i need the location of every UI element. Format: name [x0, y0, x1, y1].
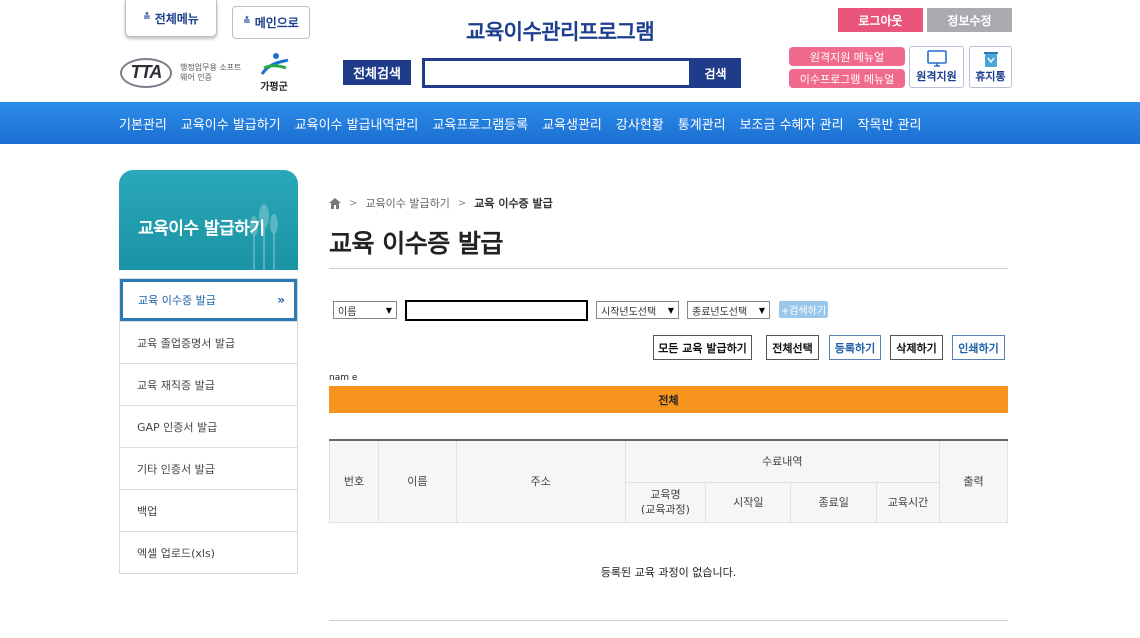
sidebar-item-other-cert[interactable]: 기타 인증서 발급: [120, 447, 297, 489]
register-button[interactable]: 등록하기: [829, 335, 881, 360]
name-search-input[interactable]: [405, 300, 588, 321]
county-logo[interactable]: 가평군: [256, 52, 292, 93]
column-header-no: 번호: [329, 439, 379, 523]
sidebar-item-label: 교육 졸업증명서 발급: [137, 336, 236, 350]
monitor-icon: [926, 50, 947, 67]
double-chevron-right-icon: »: [277, 293, 285, 307]
wheat-decoration-icon: [250, 204, 278, 270]
remote-support-label: 원격지원: [916, 70, 957, 83]
sidebar-item-label: 백업: [137, 504, 158, 518]
sidebar-item-label: 기타 인증서 발급: [137, 462, 215, 476]
sidebar-item-graduation[interactable]: 교육 졸업증명서 발급: [120, 321, 297, 363]
column-header-start-date: 시작일: [705, 481, 792, 523]
dropdown-arrow-icon: ▼: [667, 305, 674, 315]
main-page-button[interactable]: ≛ 메인으로: [232, 6, 310, 39]
double-chevron-down-icon: ≛: [143, 12, 151, 23]
sidebar-header: 교육이수 발급하기: [119, 170, 298, 270]
trash-label: 휴지통: [975, 70, 1006, 83]
issue-all-button[interactable]: 모든 교육 발급하기: [653, 335, 752, 360]
nav-item-instructors[interactable]: 강사현황: [616, 114, 664, 133]
sidebar-item-certificate[interactable]: 교육 이수증 발급 »: [120, 279, 297, 321]
start-year-select[interactable]: 시작년도선택 ▼: [596, 301, 679, 319]
all-menu-button[interactable]: ≛ 전체메뉴: [125, 0, 217, 37]
sidebar-item-excel-upload[interactable]: 엑셀 업로드(xls): [120, 531, 297, 573]
column-header-hours: 교육시간: [876, 481, 941, 523]
sidebar-item-gap[interactable]: GAP 인증서 발급: [120, 405, 297, 447]
edit-profile-button[interactable]: 정보수정: [927, 8, 1012, 32]
nav-item-program-register[interactable]: 교육프로그램등록: [432, 114, 528, 133]
column-header-course: 교육명 (교육과정): [624, 481, 707, 523]
county-name: 가평군: [260, 82, 288, 93]
column-header-completion: 수료내역: [624, 439, 941, 483]
breadcrumb: > 교육이수 발급하기 > 교육 이수증 발급: [329, 195, 553, 211]
sidebar-item-employment[interactable]: 교육 재직증 발급: [120, 363, 297, 405]
delete-button[interactable]: 삭제하기: [890, 335, 943, 360]
main-navigation: 기본관리 교육이수 발급하기 교육이수 발급내역관리 교육프로그램등록 교육생관…: [0, 102, 1140, 144]
empty-table-message: 등록된 교육 과정이 없습니다.: [600, 566, 737, 579]
tta-certification-text: 행정업무용 소프트웨어 인증: [180, 62, 242, 82]
dropdown-arrow-icon: ▼: [758, 305, 765, 315]
double-chevron-down-icon: ≛: [243, 17, 251, 27]
county-emblem-icon: [260, 53, 289, 75]
name-tag: nam e: [329, 373, 358, 383]
end-year-select[interactable]: 종료년도선택 ▼: [687, 301, 770, 319]
divider: [329, 268, 1008, 269]
site-title: 교육이수관리프로그램: [466, 20, 655, 44]
nav-item-issue[interactable]: 교육이수 발급하기: [181, 114, 281, 133]
breadcrumb-current: 교육 이수증 발급: [474, 197, 553, 210]
nav-item-trainees[interactable]: 교육생관리: [542, 114, 602, 133]
program-manual-button[interactable]: 이수프로그램 메뉴얼: [789, 69, 905, 88]
nav-item-basic[interactable]: 기본관리: [119, 114, 167, 133]
filter-search-button[interactable]: +검색하기: [779, 301, 828, 318]
nav-item-statistics[interactable]: 통계관리: [678, 114, 726, 133]
remote-manual-button[interactable]: 원격지원 메뉴얼: [789, 47, 905, 66]
sidebar-item-backup[interactable]: 백업: [120, 489, 297, 531]
all-menu-label: 전체메뉴: [154, 11, 199, 26]
column-header-name: 이름: [377, 439, 457, 523]
global-search-label: 전체검색: [343, 60, 411, 85]
global-search-button[interactable]: 검색: [690, 58, 741, 88]
sidebar-item-label: 교육 이수증 발급: [138, 294, 216, 307]
sidebar-item-label: 엑셀 업로드(xls): [137, 546, 215, 560]
home-icon[interactable]: [329, 197, 341, 209]
chevron-right-icon: >: [349, 197, 358, 209]
logo-area: TTA 행정업무용 소프트웨어 인증 가평군: [120, 52, 292, 93]
main-page-label: 메인으로: [254, 16, 299, 30]
logout-button[interactable]: 로그아웃: [838, 8, 923, 32]
search-field-value: 이름: [338, 306, 357, 318]
recycle-bin-icon: [983, 52, 998, 67]
sidebar-menu: 교육 이수증 발급 » 교육 졸업증명서 발급 교육 재직증 발급 GAP 인증…: [119, 278, 298, 574]
chevron-right-icon: >: [457, 197, 467, 209]
page-title: 교육 이수증 발급: [329, 229, 503, 258]
trash-button[interactable]: 휴지통: [969, 46, 1012, 88]
category-tab-all[interactable]: 전체: [329, 386, 1008, 413]
dropdown-arrow-icon: ▼: [385, 305, 392, 315]
nav-item-subsidy[interactable]: 보조금 수혜자 관리: [740, 114, 844, 133]
start-year-value: 시작년도선택: [601, 306, 657, 318]
search-field-select[interactable]: 이름 ▼: [333, 301, 397, 319]
column-header-output: 출력: [939, 439, 1008, 523]
certificate-table: 번호 이름 주소 수료내역 출력 교육명 (교육과정) 시작일 종료일 교육시간: [329, 439, 1008, 523]
sidebar-item-label: 교육 재직증 발급: [137, 378, 215, 392]
column-header-address: 주소: [455, 439, 626, 523]
end-year-value: 종료년도선택: [692, 306, 748, 318]
tta-logo: TTA: [120, 57, 172, 88]
global-search-input[interactable]: [422, 58, 692, 88]
column-header-end-date: 종료일: [790, 481, 878, 523]
print-button[interactable]: 인쇄하기: [952, 335, 1005, 360]
select-all-button[interactable]: 전체선택: [766, 335, 819, 360]
nav-item-crop-group[interactable]: 작목반 관리: [858, 114, 922, 133]
sidebar-item-label: GAP 인증서 발급: [137, 420, 218, 434]
divider: [329, 620, 1008, 621]
breadcrumb-parent[interactable]: 교육이수 발급하기: [365, 195, 449, 211]
nav-item-issue-history[interactable]: 교육이수 발급내역관리: [295, 114, 419, 133]
remote-support-button[interactable]: 원격지원: [909, 46, 964, 88]
